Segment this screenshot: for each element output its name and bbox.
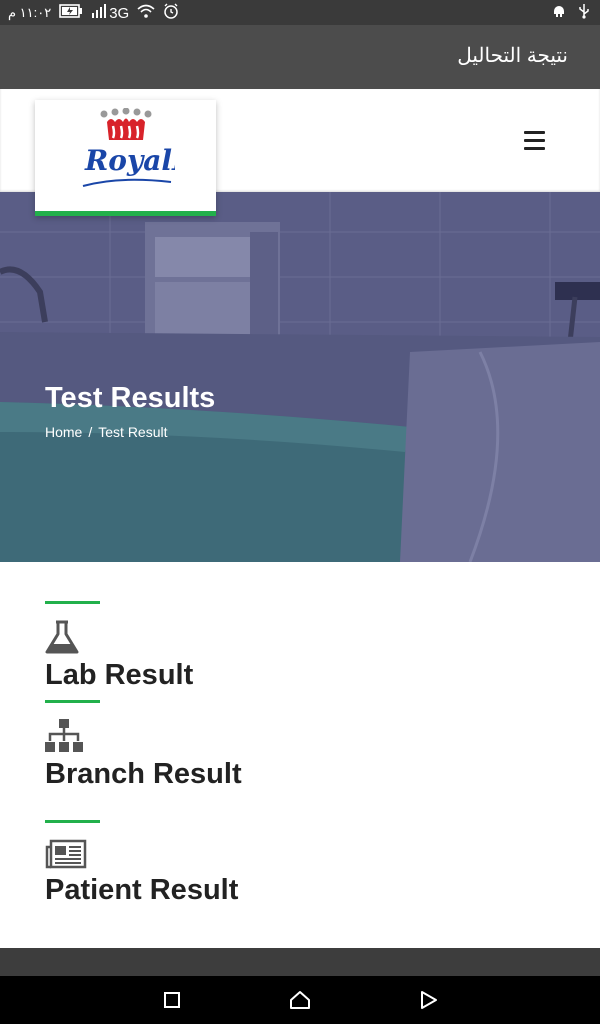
status-time: ١١:٠٢ م bbox=[8, 5, 52, 20]
back-triangle-icon bbox=[421, 991, 437, 1009]
breadcrumb: Home / Test Result bbox=[45, 424, 168, 440]
status-bar: ١١:٠٢ م 3G bbox=[0, 0, 600, 25]
result-label: Patient Result bbox=[45, 874, 239, 906]
app-bar: نتيجة التحاليل bbox=[0, 25, 600, 89]
home-icon bbox=[290, 991, 310, 1009]
menu-line bbox=[524, 131, 545, 134]
home-button[interactable] bbox=[288, 988, 312, 1012]
network-type: 3G bbox=[109, 4, 130, 22]
page-title: Test Results bbox=[45, 382, 216, 414]
sitemap-icon bbox=[45, 719, 242, 758]
menu-line bbox=[524, 139, 545, 142]
site-logo[interactable]: RoyalLab bbox=[35, 100, 216, 216]
results-section: Lab Result Branch Result Patient Result bbox=[0, 562, 600, 948]
system-nav-bar bbox=[0, 976, 600, 1024]
app-bar-title: نتيجة التحاليل bbox=[457, 45, 568, 67]
accent-bar bbox=[45, 601, 100, 604]
accent-bar bbox=[45, 820, 100, 823]
usb-icon bbox=[578, 3, 590, 23]
footer-strip bbox=[0, 948, 600, 976]
android-icon bbox=[552, 4, 566, 22]
recents-button[interactable] bbox=[160, 988, 184, 1012]
breadcrumb-current: Test Result bbox=[98, 424, 168, 440]
hero-banner: Test Results Home / Test Result bbox=[0, 192, 600, 562]
alarm-icon bbox=[163, 3, 179, 23]
lab-result-link[interactable]: Lab Result bbox=[45, 601, 193, 691]
newspaper-icon bbox=[45, 839, 238, 874]
royallab-logo: RoyalLab bbox=[82, 108, 175, 187]
battery-icon bbox=[59, 4, 83, 22]
flask-icon bbox=[45, 620, 193, 659]
patient-result-link[interactable]: Patient Result bbox=[45, 820, 238, 906]
accent-bar bbox=[45, 700, 100, 703]
menu-toggle-button[interactable] bbox=[524, 131, 545, 150]
breadcrumb-home-link[interactable]: Home bbox=[45, 424, 82, 440]
signal-icon bbox=[91, 4, 107, 22]
hero-background-image bbox=[0, 192, 600, 562]
branch-result-link[interactable]: Branch Result bbox=[45, 700, 242, 790]
square-icon bbox=[164, 992, 180, 1008]
menu-line bbox=[524, 147, 545, 150]
result-label: Lab Result bbox=[45, 659, 194, 691]
back-button[interactable] bbox=[416, 988, 440, 1012]
wifi-icon bbox=[137, 4, 155, 22]
breadcrumb-separator: / bbox=[88, 424, 93, 440]
result-label: Branch Result bbox=[45, 758, 242, 790]
logo-wordmark: RoyalLab bbox=[84, 144, 175, 177]
